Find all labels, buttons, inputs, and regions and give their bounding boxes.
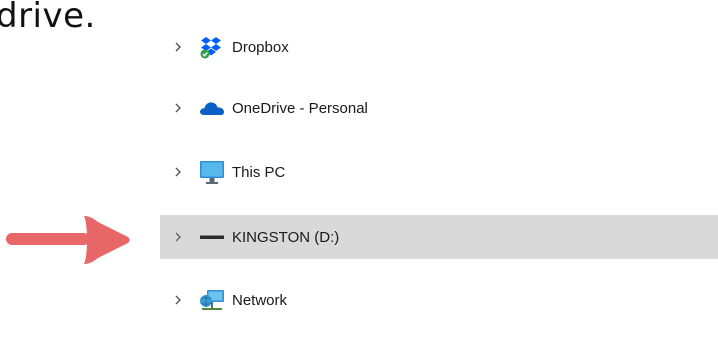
network-icon xyxy=(197,285,227,315)
tree-item-dropbox[interactable]: Dropbox xyxy=(160,25,718,69)
usb-drive-icon xyxy=(197,222,227,252)
chevron-right-icon[interactable] xyxy=(160,278,196,322)
tree-item-label: This PC xyxy=(232,163,286,181)
screenshot-stage: drive. Dropbox OneDrive - Personal This … xyxy=(0,0,718,360)
pointer-arrow-icon xyxy=(6,210,134,275)
tree-item-label: Dropbox xyxy=(232,38,289,56)
tree-item-label: OneDrive - Personal xyxy=(232,99,368,117)
tree-item-network[interactable]: Network xyxy=(160,278,718,322)
caption-text: drive. xyxy=(0,0,96,36)
tree-item-label: Network xyxy=(232,291,288,309)
tree-item-kingston-drive[interactable]: KINGSTON (D:) xyxy=(160,215,718,259)
chevron-right-icon[interactable] xyxy=(160,215,196,259)
tree-item-onedrive[interactable]: OneDrive - Personal xyxy=(160,86,718,130)
tree-item-this-pc[interactable]: This PC xyxy=(160,150,718,194)
chevron-right-icon[interactable] xyxy=(160,25,196,69)
chevron-right-icon[interactable] xyxy=(160,86,196,130)
tree-item-label: KINGSTON (D:) xyxy=(232,228,340,246)
navigation-tree: Dropbox OneDrive - Personal This PC KING… xyxy=(160,0,718,360)
chevron-right-icon[interactable] xyxy=(160,150,196,194)
monitor-icon xyxy=(197,157,227,187)
onedrive-cloud-icon xyxy=(197,93,227,123)
dropbox-icon xyxy=(197,32,227,62)
